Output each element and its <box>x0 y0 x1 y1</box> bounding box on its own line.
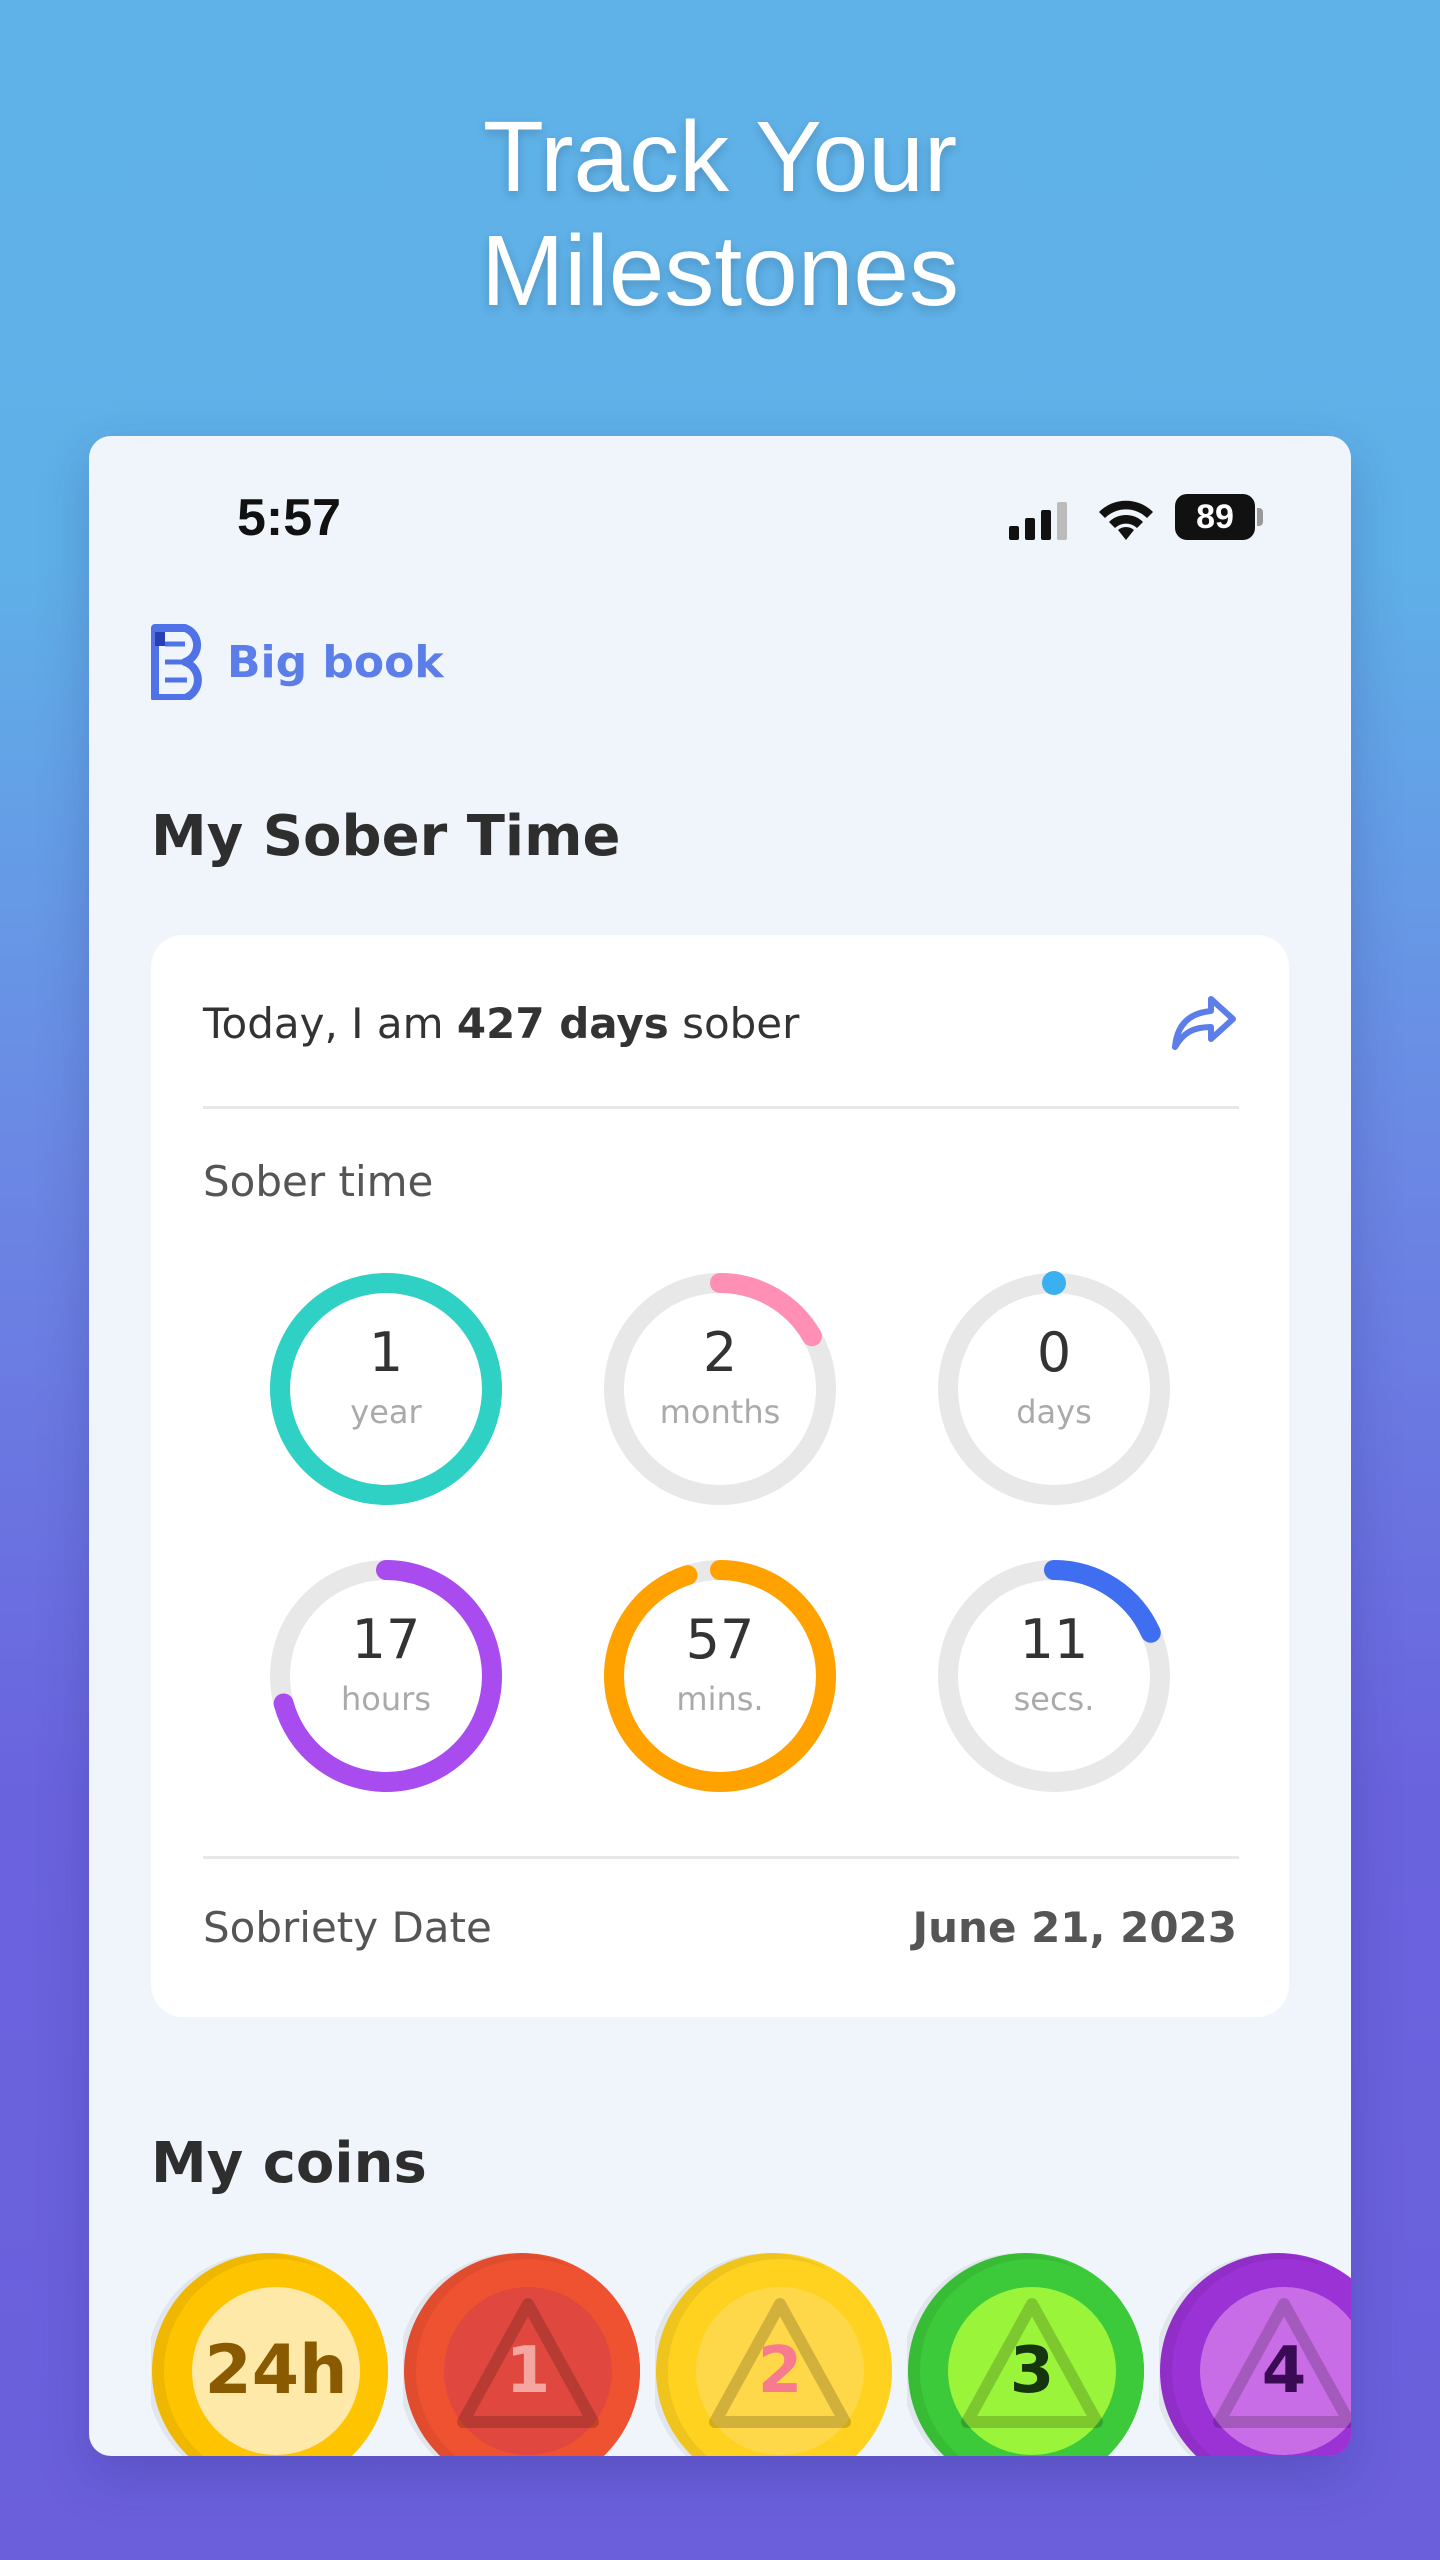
dial-hours: 17 hours <box>266 1556 506 1796</box>
share-icon[interactable] <box>1171 993 1237 1053</box>
dial-days: 0 days <box>934 1269 1174 1509</box>
dial-progress-dot <box>1042 1271 1066 1295</box>
dial-unit: months <box>659 1393 781 1431</box>
sober-time-label: Sober time <box>203 1157 434 1206</box>
sobriety-date-label: Sobriety Date <box>203 1903 492 1952</box>
dial-secs: 11 secs. <box>934 1556 1174 1796</box>
dial-progress-arc <box>604 1560 836 1792</box>
sober-time-title: My Sober Time <box>151 804 621 869</box>
status-time: 5:57 <box>237 489 342 547</box>
coin-label: 4 <box>1261 2334 1307 2408</box>
phone-screen: 5:57 89 Big book My Sober Time Today, I … <box>89 436 1351 2456</box>
card-divider-top <box>203 1106 1239 1109</box>
dial-unit: secs. <box>1013 1680 1095 1718</box>
headline-line-2: Milestones <box>481 215 959 327</box>
my-coins-title: My coins <box>151 2131 427 2196</box>
battery-level: 89 <box>1175 494 1255 540</box>
big-book-logo-icon <box>151 624 202 700</box>
cellular-signal-icon <box>1009 502 1067 540</box>
coin-24h[interactable]: 24h <box>146 2252 389 2456</box>
coin-2[interactable]: 2 <box>650 2252 893 2456</box>
status-bar: 5:57 89 <box>89 436 1351 596</box>
dial-value: 11 <box>1019 1608 1089 1671</box>
dial-value: 2 <box>702 1321 738 1384</box>
dial-unit: days <box>1016 1393 1092 1431</box>
coins-carousel[interactable]: 24h 1 2 3 4 <box>146 2252 1351 2456</box>
sober-time-card: Today, I am 427 days sober Sober time 1 y… <box>151 935 1289 2017</box>
today-sober-text: Today, I am 427 days sober <box>203 999 799 1048</box>
dial-unit: mins. <box>676 1680 764 1718</box>
headline: Track Your Milestones <box>0 100 1440 328</box>
dial-unit: hours <box>341 1680 431 1718</box>
dial-year: 1 year <box>266 1269 506 1509</box>
brand-name: Big book <box>227 636 444 688</box>
coin-label: 1 <box>505 2334 551 2408</box>
dial-value: 0 <box>1036 1321 1072 1384</box>
dial-value: 17 <box>351 1608 421 1671</box>
dial-progress-arc <box>270 1273 502 1505</box>
coin-3[interactable]: 3 <box>902 2252 1145 2456</box>
dial-value: 1 <box>368 1321 404 1384</box>
coin-4[interactable]: 4 <box>1154 2252 1351 2456</box>
today-suffix: sober <box>668 999 800 1048</box>
coin-label: 3 <box>1009 2334 1055 2408</box>
headline-line-1: Track Your <box>482 101 958 213</box>
dial-value: 57 <box>685 1608 755 1671</box>
dial-track <box>938 1273 1170 1505</box>
wifi-icon <box>1099 500 1153 540</box>
dial-months: 2 months <box>600 1269 840 1509</box>
coin-label: 24h <box>204 2331 348 2410</box>
today-prefix: Today, I am <box>203 999 457 1048</box>
brand[interactable]: Big book <box>151 622 444 702</box>
today-days-count: 427 days <box>456 999 669 1048</box>
battery-icon: 89 <box>1175 494 1265 540</box>
coin-1[interactable]: 1 <box>398 2252 641 2456</box>
card-divider-bottom <box>203 1856 1239 1859</box>
sobriety-date-value: June 21, 2023 <box>912 1903 1237 1952</box>
dial-unit: year <box>350 1393 422 1431</box>
coin-label: 2 <box>757 2334 803 2408</box>
dial-mins: 57 mins. <box>600 1556 840 1796</box>
